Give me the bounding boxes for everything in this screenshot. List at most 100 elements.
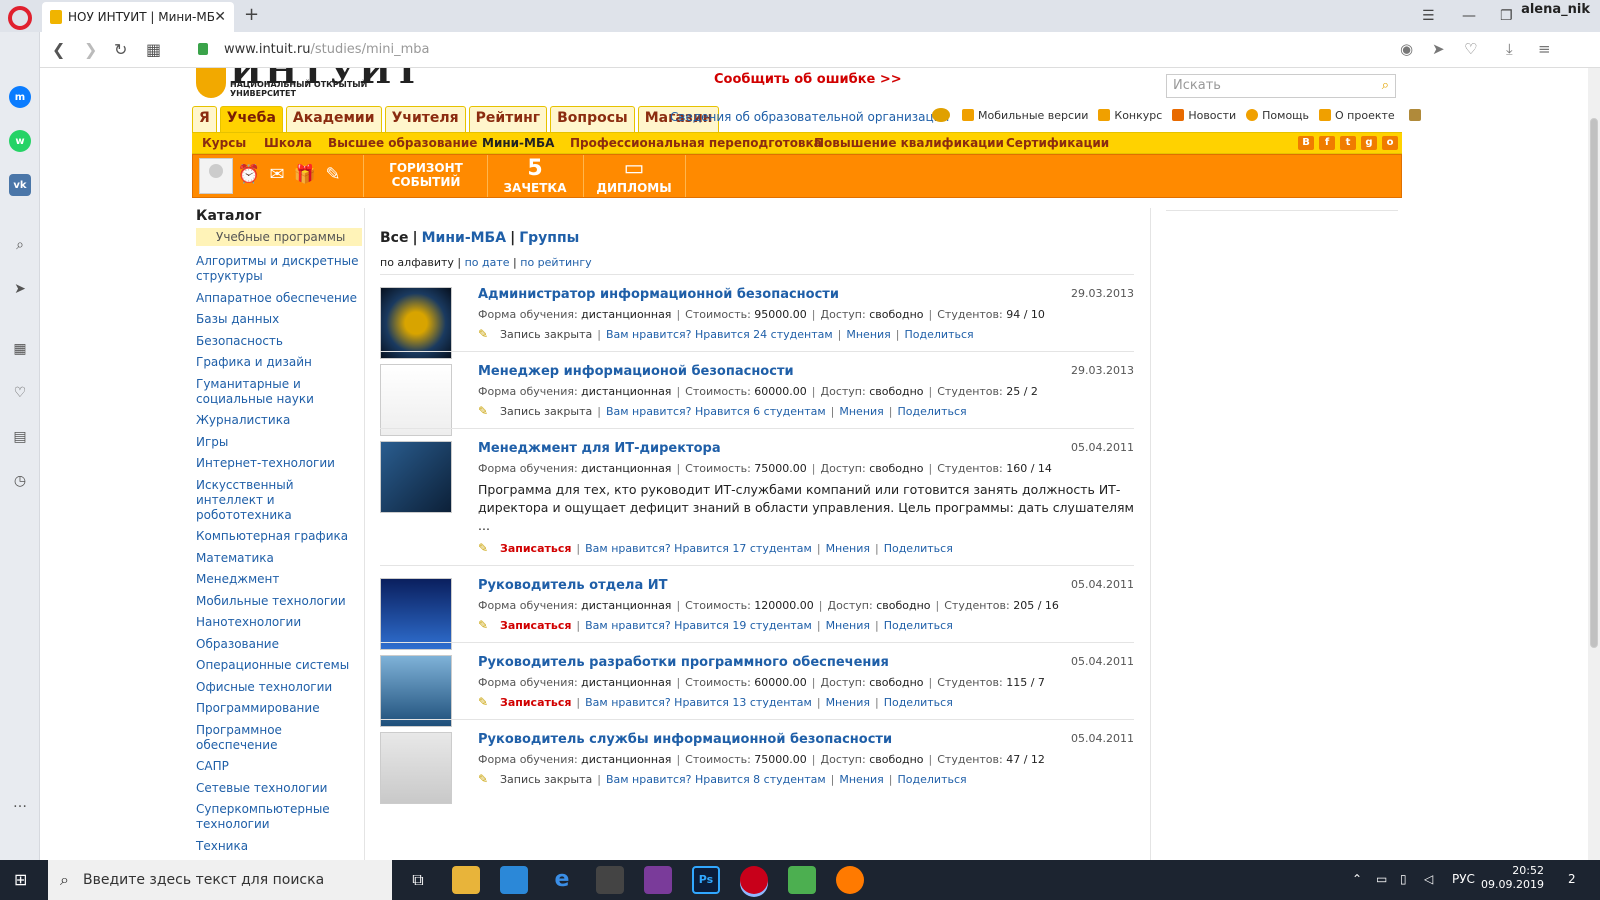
maximize-icon[interactable]: ❐ bbox=[1500, 8, 1513, 24]
program-thumbnail[interactable] bbox=[380, 441, 452, 513]
catalog-item[interactable]: Мобильные технологии bbox=[196, 594, 362, 609]
bookmarks-heart-icon[interactable]: ♡ bbox=[9, 382, 31, 404]
windows-start-icon[interactable]: ⊞ bbox=[14, 870, 34, 890]
vk-share-icon[interactable]: В bbox=[1298, 136, 1314, 150]
catalog-item[interactable]: Операционные системы bbox=[196, 658, 362, 673]
share-link[interactable]: Поделиться bbox=[898, 405, 967, 418]
subnav-school[interactable]: Школа bbox=[264, 136, 312, 150]
share-link[interactable]: Поделиться bbox=[884, 619, 953, 632]
battery-icon[interactable]: ▯ bbox=[1400, 872, 1407, 886]
catalog-item[interactable]: Суперкомпьютерные технологии bbox=[196, 802, 362, 832]
tab-menu-icon[interactable]: ☰ bbox=[1422, 8, 1435, 24]
heart-icon[interactable]: ♡ bbox=[1464, 40, 1477, 58]
report-error-link[interactable]: Сообщить об ошибке >> bbox=[714, 72, 902, 87]
subnav-certifications[interactable]: Сертификации bbox=[1006, 136, 1109, 150]
task-view-icon[interactable]: ⧉ bbox=[404, 866, 432, 894]
subnav-advanced-training[interactable]: Повышение квалификации bbox=[814, 136, 1004, 150]
news-link[interactable]: Новости bbox=[1172, 109, 1236, 122]
clock[interactable]: 20:52 09.09.2019 bbox=[1481, 864, 1544, 892]
tray-chevron-icon[interactable]: ⌃ bbox=[1352, 872, 1362, 886]
org-info-link[interactable]: Сведения об образовательной организации bbox=[670, 110, 949, 124]
file-explorer-icon[interactable] bbox=[452, 866, 480, 894]
like-question-link[interactable]: Вам нравится? bbox=[606, 773, 692, 786]
phone-icon[interactable] bbox=[932, 108, 950, 122]
easy-setup-icon[interactable]: ≡ bbox=[1538, 40, 1551, 58]
like-question-link[interactable]: Вам нравится? bbox=[585, 696, 671, 709]
subnav-retraining[interactable]: Профессиональная переподготовка bbox=[570, 136, 822, 150]
tab-teachers[interactable]: Учителя bbox=[384, 106, 466, 132]
minimize-icon[interactable]: — bbox=[1462, 8, 1476, 24]
share-link[interactable]: Поделиться bbox=[884, 696, 953, 709]
catalog-item[interactable]: Программное обеспечение bbox=[196, 723, 362, 753]
catalog-item[interactable]: Образование bbox=[196, 637, 362, 652]
about-link[interactable]: О проекте bbox=[1319, 109, 1395, 122]
like-question-link[interactable]: Вам нравится? bbox=[585, 542, 671, 555]
twitter-share-icon[interactable]: t bbox=[1340, 136, 1356, 150]
browser-tab[interactable]: НОУ ИНТУИТ | Мини-МБА ✕ bbox=[42, 2, 234, 32]
program-title-link[interactable]: Руководитель разработки программного обе… bbox=[478, 655, 1134, 670]
catalog-current-section[interactable]: Учебные программы bbox=[196, 228, 362, 246]
program-title-link[interactable]: Менеджер информационой безопасности bbox=[478, 364, 1134, 379]
whatsapp-icon[interactable]: w bbox=[9, 130, 31, 152]
program-title-link[interactable]: Администратор информационной безопасност… bbox=[478, 287, 1134, 302]
opinions-link[interactable]: Мнения bbox=[839, 773, 883, 786]
history-icon[interactable]: ◷ bbox=[9, 470, 31, 492]
share-link[interactable]: Поделиться bbox=[898, 773, 967, 786]
likes-count-link[interactable]: Нравится 19 студентам bbox=[674, 619, 812, 632]
feather-icon[interactable]: ✎ bbox=[321, 163, 345, 187]
program-thumbnail[interactable] bbox=[380, 287, 452, 359]
edge-icon[interactable]: e bbox=[548, 866, 576, 894]
likes-count-link[interactable]: Нравится 17 студентам bbox=[674, 542, 812, 555]
tab-study[interactable]: Учеба bbox=[219, 106, 283, 132]
share-link[interactable]: Поделиться bbox=[884, 542, 953, 555]
scrollbar-thumb[interactable] bbox=[1590, 118, 1598, 648]
store-icon[interactable] bbox=[500, 866, 528, 894]
send-icon[interactable]: ➤ bbox=[1432, 40, 1445, 58]
more-icon[interactable]: … bbox=[9, 792, 31, 814]
like-question-link[interactable]: Вам нравится? bbox=[606, 405, 692, 418]
reload-icon[interactable]: ↻ bbox=[114, 40, 127, 59]
messenger-icon[interactable]: m bbox=[9, 86, 31, 108]
enroll-link[interactable]: Записаться bbox=[500, 542, 571, 555]
tab-me[interactable]: Я bbox=[192, 106, 217, 132]
catalog-item[interactable]: Базы данных bbox=[196, 312, 362, 327]
contest-link[interactable]: Конкурс bbox=[1098, 109, 1162, 122]
tab-close-icon[interactable]: ✕ bbox=[214, 9, 226, 25]
tab-questions[interactable]: Вопросы bbox=[550, 106, 635, 132]
speed-dial-icon[interactable]: ▦ bbox=[146, 40, 161, 59]
sort-date[interactable]: по дате bbox=[465, 256, 510, 269]
photoshop-icon[interactable]: Ps bbox=[692, 866, 720, 894]
filter-groups[interactable]: Группы bbox=[519, 230, 579, 246]
program-title-link[interactable]: Руководитель отдела ИТ bbox=[478, 578, 1134, 593]
enroll-link[interactable]: Записаться bbox=[500, 619, 571, 632]
send-tab-icon[interactable]: ➤ bbox=[9, 278, 31, 300]
opinions-link[interactable]: Мнения bbox=[839, 405, 883, 418]
news-icon[interactable]: ▤ bbox=[9, 426, 31, 448]
url-field[interactable]: www.intuit.ru/studies/mini_mba bbox=[224, 42, 429, 57]
forward-icon[interactable]: ❯ bbox=[84, 40, 97, 59]
subnav-mini-mba[interactable]: Мини-МБА bbox=[482, 136, 554, 150]
catalog-item[interactable]: Математика bbox=[196, 551, 362, 566]
language-indicator[interactable]: РУС bbox=[1452, 872, 1475, 886]
share-link[interactable]: Поделиться bbox=[905, 328, 974, 341]
snapshot-icon[interactable]: ◉ bbox=[1400, 40, 1413, 58]
app-box-icon[interactable] bbox=[788, 866, 816, 894]
catalog-item[interactable]: Интернет-технологии bbox=[196, 456, 362, 471]
gift-icon[interactable]: 🎁 bbox=[293, 163, 317, 187]
like-question-link[interactable]: Вам нравится? bbox=[606, 328, 692, 341]
enroll-link[interactable]: Записаться bbox=[500, 696, 571, 709]
new-tab-button[interactable]: + bbox=[244, 4, 259, 25]
mail-icon[interactable]: ✉ bbox=[265, 163, 289, 187]
search-icon[interactable]: ⌕ bbox=[9, 234, 31, 256]
odnoklassniki-share-icon[interactable]: о bbox=[1382, 136, 1398, 150]
sort-alphabet[interactable]: по алфавиту bbox=[380, 256, 454, 269]
download-icon[interactable]: ⤓ bbox=[1506, 40, 1513, 58]
catalog-item[interactable]: Менеджмент bbox=[196, 572, 362, 587]
speed-dial-sidebar-icon[interactable]: ▦ bbox=[9, 338, 31, 360]
winrar-icon[interactable] bbox=[644, 866, 672, 894]
media-player-icon[interactable] bbox=[596, 866, 624, 894]
taskbar-search-input[interactable]: ⌕ Введите здесь текст для поиска bbox=[48, 860, 392, 900]
site-search-input[interactable]: Искать ⌕ bbox=[1166, 74, 1396, 98]
catalog-item[interactable]: Журналистика bbox=[196, 413, 362, 428]
firefox-icon[interactable] bbox=[836, 866, 864, 894]
